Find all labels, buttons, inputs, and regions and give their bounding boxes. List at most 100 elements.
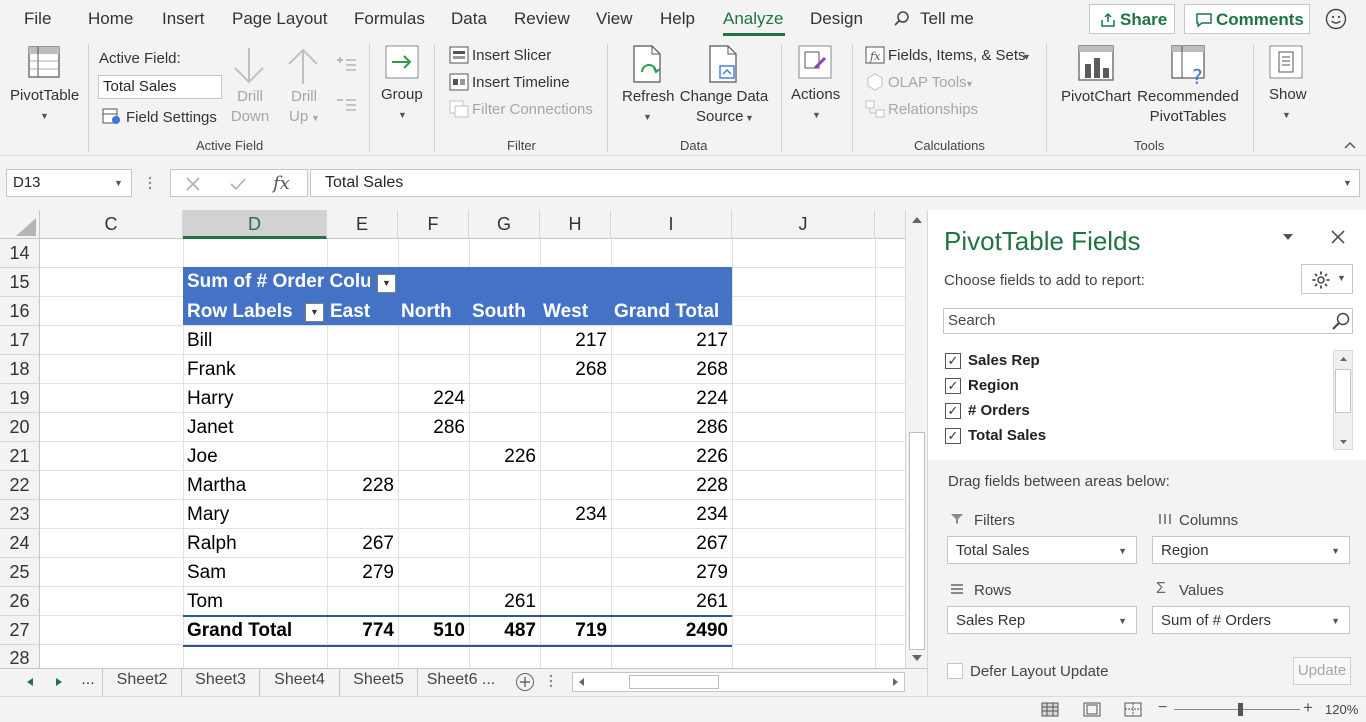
- column-header-f[interactable]: F: [398, 210, 469, 239]
- row-label[interactable]: Harry: [187, 388, 233, 410]
- east-value[interactable]: 267: [327, 533, 394, 555]
- collapse-field-icon[interactable]: [335, 96, 357, 112]
- row-header[interactable]: 21: [0, 442, 40, 471]
- tab-home[interactable]: Home: [88, 9, 133, 29]
- vertical-scrollbar[interactable]: [905, 210, 927, 668]
- row-label[interactable]: Mary: [187, 504, 229, 526]
- column-header-c[interactable]: C: [40, 210, 183, 239]
- chevron-down-icon[interactable]: ▼: [114, 178, 123, 188]
- north-value[interactable]: 286: [398, 417, 465, 439]
- row-header[interactable]: 25: [0, 558, 40, 587]
- update-button[interactable]: Update: [1293, 657, 1351, 685]
- share-button[interactable]: Share: [1089, 4, 1175, 34]
- splitter-grip-icon[interactable]: [548, 673, 554, 689]
- west-value[interactable]: 234: [540, 504, 607, 526]
- tab-analyze[interactable]: Analyze: [723, 9, 783, 29]
- scroll-down-icon[interactable]: [911, 654, 923, 662]
- sheet-tab-sheet2[interactable]: Sheet2: [102, 669, 182, 696]
- total-value[interactable]: 226: [611, 446, 728, 468]
- tab-design[interactable]: Design: [810, 9, 863, 29]
- active-field-input[interactable]: Total Sales: [98, 75, 222, 99]
- grand-total-label[interactable]: Grand Total: [187, 620, 292, 642]
- tab-help[interactable]: Help: [660, 9, 695, 29]
- tab-page-layout[interactable]: Page Layout: [232, 9, 327, 29]
- sheet-tab-sheet4[interactable]: Sheet4: [260, 669, 340, 696]
- west-total[interactable]: 719: [540, 620, 607, 642]
- zoom-slider-track[interactable]: [1174, 709, 1300, 710]
- expand-field-icon[interactable]: [335, 56, 357, 72]
- zoom-level[interactable]: 120%: [1325, 702, 1358, 717]
- row-header[interactable]: 16: [0, 297, 40, 326]
- row-header[interactable]: 22: [0, 471, 40, 500]
- scroll-up-icon[interactable]: [911, 216, 923, 224]
- column-header-g[interactable]: G: [469, 210, 540, 239]
- row-label[interactable]: Ralph: [187, 533, 237, 555]
- row-header[interactable]: 19: [0, 384, 40, 413]
- chevron-down-icon[interactable]: ▼: [1343, 178, 1352, 188]
- column-header-h[interactable]: H: [540, 210, 611, 239]
- field-search-input[interactable]: Search: [943, 308, 1353, 334]
- row-label[interactable]: Joe: [187, 446, 218, 468]
- row-header[interactable]: 17: [0, 326, 40, 355]
- north-total[interactable]: 510: [398, 620, 465, 642]
- total-value[interactable]: 261: [611, 591, 728, 613]
- row-header[interactable]: 15: [0, 268, 40, 297]
- row-header[interactable]: 28: [0, 645, 40, 668]
- columns-field-chip[interactable]: Region ▼: [1152, 536, 1350, 564]
- add-sheet-icon[interactable]: [515, 672, 535, 692]
- row-header[interactable]: 26: [0, 587, 40, 616]
- scroll-thumb[interactable]: [909, 432, 925, 650]
- insert-function-icon[interactable]: fx: [273, 173, 290, 194]
- rows-field-chip[interactable]: Sales Rep ▼: [947, 606, 1137, 634]
- west-value[interactable]: 268: [540, 359, 607, 381]
- tab-file[interactable]: File: [24, 9, 51, 29]
- page-break-view-icon[interactable]: [1124, 702, 1142, 717]
- comments-button[interactable]: Comments: [1184, 4, 1310, 34]
- tab-data[interactable]: Data: [451, 9, 487, 29]
- row-label[interactable]: Janet: [187, 417, 233, 439]
- row-label[interactable]: Bill: [187, 330, 212, 352]
- collapse-ribbon-icon[interactable]: [1343, 140, 1357, 150]
- total-value[interactable]: 217: [611, 330, 728, 352]
- column-header-k[interactable]: [875, 210, 905, 239]
- grand-total-value[interactable]: 2490: [611, 620, 728, 642]
- total-value[interactable]: 268: [611, 359, 728, 381]
- north-value[interactable]: 224: [398, 388, 465, 410]
- field-list-scrollbar[interactable]: [1333, 350, 1353, 450]
- formula-input[interactable]: Total Sales: [310, 169, 1360, 197]
- row-header[interactable]: 23: [0, 500, 40, 529]
- east-total[interactable]: 774: [327, 620, 394, 642]
- pane-options-icon[interactable]: [1282, 233, 1294, 241]
- tab-scroll-right-icon[interactable]: [55, 677, 63, 687]
- tab-formulas[interactable]: Formulas: [354, 9, 425, 29]
- tab-view[interactable]: View: [596, 9, 633, 29]
- enter-icon[interactable]: [229, 176, 247, 192]
- row-header[interactable]: 14: [0, 239, 40, 268]
- normal-view-icon[interactable]: [1041, 702, 1059, 717]
- scroll-left-icon[interactable]: [578, 677, 585, 687]
- page-layout-view-icon[interactable]: [1083, 702, 1101, 717]
- tab-insert[interactable]: Insert: [162, 9, 205, 29]
- field-item-orders[interactable]: ✓ # Orders: [943, 400, 1331, 424]
- column-header-e[interactable]: E: [327, 210, 398, 239]
- worksheet-grid[interactable]: C D E F G H I J 14 15 16 17 18 19 20 21 …: [0, 210, 905, 668]
- row-labels-filter-button[interactable]: ▼: [305, 303, 324, 322]
- filters-field-chip[interactable]: Total Sales ▼: [947, 536, 1137, 564]
- close-icon[interactable]: [1331, 230, 1345, 244]
- zoom-slider-thumb[interactable]: [1238, 703, 1243, 716]
- tab-scroll-left-icon[interactable]: [26, 677, 34, 687]
- column-header-d[interactable]: D: [183, 210, 327, 239]
- field-item-sales-rep[interactable]: ✓ Sales Rep: [943, 350, 1331, 374]
- total-value[interactable]: 267: [611, 533, 728, 555]
- row-labels-header[interactable]: Row Labels: [187, 301, 293, 323]
- total-value[interactable]: 224: [611, 388, 728, 410]
- feedback-smiley-icon[interactable]: [1325, 8, 1347, 30]
- horizontal-scroll-thumb[interactable]: [629, 675, 719, 689]
- column-header-j[interactable]: J: [732, 210, 875, 239]
- sheet-tab-sheet5[interactable]: Sheet5: [340, 669, 418, 696]
- checkbox-checked[interactable]: ✓: [945, 353, 961, 369]
- cancel-icon[interactable]: [185, 176, 201, 192]
- east-value[interactable]: 279: [327, 562, 394, 584]
- tab-review[interactable]: Review: [514, 9, 570, 29]
- zoom-out-icon[interactable]: −: [1158, 699, 1167, 717]
